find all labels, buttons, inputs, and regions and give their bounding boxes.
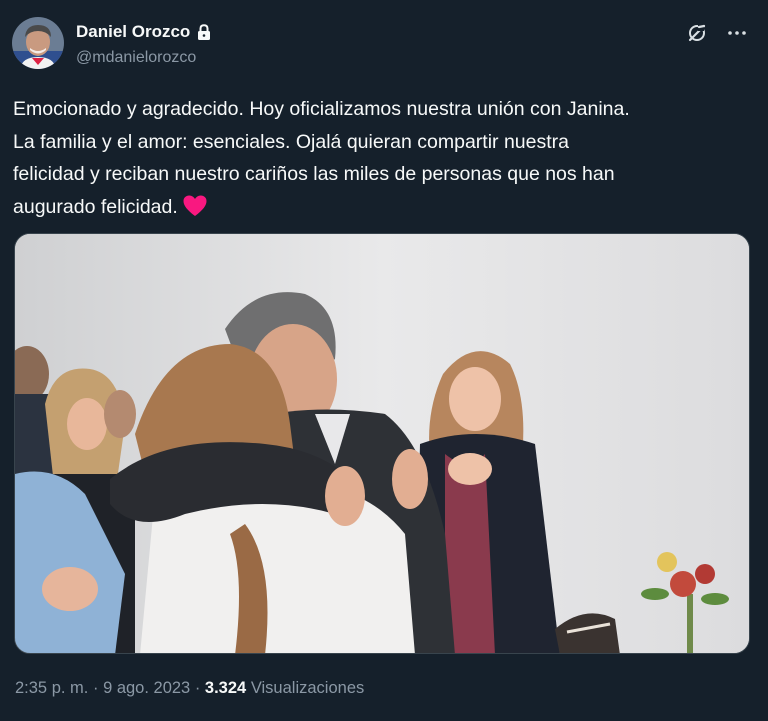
tweet-text-line: augurado felicidad. <box>13 191 753 224</box>
more-icon[interactable] <box>726 22 748 44</box>
tweet-card: Daniel Orozco @mdanielorozco Emocionado … <box>0 0 768 721</box>
lock-icon <box>197 23 211 41</box>
views-link[interactable]: 3.324 Visualizaciones <box>205 679 364 697</box>
author-display-name[interactable]: Daniel Orozco <box>76 22 190 42</box>
tweet-date: 9 ago. 2023 <box>103 679 191 697</box>
author-handle[interactable]: @mdanielorozco <box>76 49 196 67</box>
photo-image <box>15 234 749 653</box>
author-name-row: Daniel Orozco <box>76 22 211 42</box>
views-count: 3.324 <box>204 679 247 697</box>
tweet-photo[interactable] <box>14 233 750 654</box>
tweet-meta: 2:35 p. m. · 9 ago. 2023 · 3.324 Visuali… <box>15 679 364 698</box>
meta-separator: · <box>194 679 201 697</box>
views-label: Visualizaciones <box>250 679 365 697</box>
tweet-text-line: Emocionado y agradecido. Hoy oficializam… <box>13 98 630 120</box>
avatar[interactable] <box>12 17 64 69</box>
tweet-text-last: augurado felicidad. <box>13 195 178 218</box>
tweet-time-link[interactable]: 2:35 p. m. · 9 ago. 2023 <box>15 679 190 697</box>
tweet-text-line: La familia y el amor: esenciales. Ojalá … <box>13 130 570 153</box>
grok-icon[interactable] <box>686 22 708 44</box>
tweet-text: Emocionado y agradecido. Hoy oficializam… <box>13 93 753 223</box>
meta-separator: · <box>92 679 99 697</box>
tweet-text-line: felicidad y reciban nuestro cariños las … <box>13 163 615 185</box>
header-actions <box>686 22 748 44</box>
avatar-image <box>12 17 64 69</box>
tweet-time: 2:35 p. m. <box>15 679 89 697</box>
heart-icon <box>182 194 208 218</box>
